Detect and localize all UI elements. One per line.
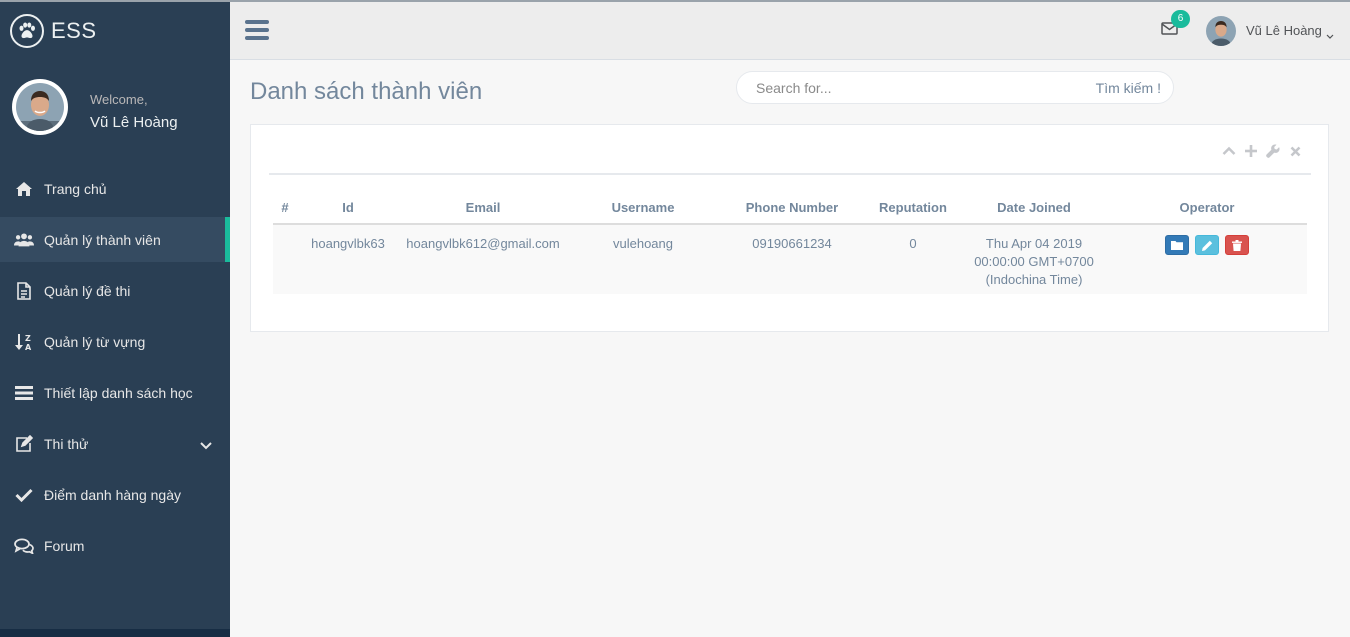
paw-icon bbox=[10, 14, 44, 48]
sidebar-menu: Trang chủ Quản lý thành viên Quản lý đề … bbox=[0, 166, 230, 574]
sidebar-item-label: Thi thử bbox=[44, 435, 89, 452]
sidebar-item-label: Quản lý từ vựng bbox=[44, 333, 146, 350]
panel-divider bbox=[269, 173, 1311, 175]
profile-avatar bbox=[12, 79, 68, 135]
svg-text:A: A bbox=[25, 343, 32, 351]
date-joined-line: (Indochina Time) bbox=[985, 272, 1083, 287]
column-header: Email bbox=[399, 191, 567, 225]
column-header: Date Joined bbox=[961, 191, 1107, 225]
cell-reputation: 0 bbox=[865, 224, 961, 294]
column-header: Phone Number bbox=[719, 191, 865, 225]
sidebar-item-attendance[interactable]: Điểm danh hàng ngày bbox=[0, 472, 230, 517]
mail-badge: 6 bbox=[1171, 10, 1190, 28]
column-header: Username bbox=[567, 191, 719, 225]
users-icon bbox=[14, 230, 34, 250]
sidebar-item-forum[interactable]: Forum bbox=[0, 523, 230, 568]
sidebar-item-home[interactable]: Trang chủ bbox=[0, 166, 230, 211]
chevron-down-icon bbox=[200, 437, 212, 455]
sidebar-item-exams[interactable]: Quản lý đề thi bbox=[0, 268, 230, 313]
date-joined-line: 00:00:00 GMT+0700 bbox=[974, 254, 1094, 269]
column-header: # bbox=[273, 191, 297, 225]
brand-name: ESS bbox=[51, 18, 97, 43]
pencil-icon bbox=[1201, 240, 1212, 251]
sidebar-item-label: Thiết lập danh sách học bbox=[44, 384, 193, 401]
sidebar-item-mock-test[interactable]: Thi thử bbox=[0, 421, 230, 466]
cell-operator bbox=[1107, 224, 1307, 294]
column-header: Operator bbox=[1107, 191, 1307, 225]
trash-icon bbox=[1232, 239, 1242, 251]
top-nav: 6 Vũ Lê Hoàng bbox=[230, 2, 1350, 60]
cell-id: hoangvlbk63 bbox=[297, 224, 399, 294]
home-icon bbox=[14, 179, 34, 199]
user-menu-name[interactable]: Vũ Lê Hoàng bbox=[1246, 23, 1322, 38]
sidebar-item-label: Forum bbox=[44, 537, 85, 554]
profile: Welcome, Vũ Lê Hoàng bbox=[0, 62, 230, 162]
comments-icon bbox=[14, 536, 34, 556]
sidebar-item-members[interactable]: Quản lý thành viên bbox=[0, 217, 230, 262]
panel-toolbox bbox=[1222, 143, 1302, 159]
close-icon[interactable] bbox=[1288, 143, 1302, 159]
search-button[interactable]: Tìm kiếm ! bbox=[1096, 80, 1161, 96]
user-avatar[interactable] bbox=[1206, 16, 1236, 46]
cell-date-joined: Thu Apr 04 2019 00:00:00 GMT+0700 (Indoc… bbox=[961, 224, 1107, 294]
menu-toggle-icon[interactable] bbox=[245, 20, 269, 40]
sort-alpha-icon: Z A bbox=[14, 332, 34, 352]
search-bar: Tìm kiếm ! bbox=[736, 71, 1174, 104]
sidebar-item-label: Quản lý đề thi bbox=[44, 282, 131, 299]
folder-icon bbox=[1171, 241, 1183, 250]
cell-email: hoangvlbk612@gmail.com bbox=[399, 224, 567, 294]
check-icon bbox=[14, 485, 34, 505]
top-border bbox=[0, 0, 1350, 2]
members-panel: # Id Email Username Phone Number Reputat… bbox=[250, 124, 1329, 332]
table-row: hoangvlbk63 hoangvlbk612@gmail.com vuleh… bbox=[273, 224, 1307, 294]
list-icon bbox=[14, 383, 34, 403]
chevron-down-icon[interactable] bbox=[1326, 27, 1334, 45]
table-header-row: # Id Email Username Phone Number Reputat… bbox=[273, 191, 1307, 225]
sidebar-item-label: Trang chủ bbox=[44, 180, 107, 197]
profile-name: Vũ Lê Hoàng bbox=[90, 114, 178, 131]
page-title: Danh sách thành viên bbox=[250, 78, 483, 105]
sidebar: ESS Welcome, Vũ Lê Hoàng Trang chủ Quản … bbox=[0, 0, 230, 637]
welcome-label: Welcome, bbox=[90, 92, 148, 107]
cell-phone: 09190661234 bbox=[719, 224, 865, 294]
plus-icon[interactable] bbox=[1244, 143, 1258, 159]
document-icon bbox=[14, 281, 34, 301]
sidebar-item-label: Quản lý thành viên bbox=[44, 231, 161, 248]
members-table: # Id Email Username Phone Number Reputat… bbox=[273, 191, 1307, 294]
column-header: Reputation bbox=[865, 191, 961, 225]
view-button[interactable] bbox=[1165, 235, 1189, 255]
sidebar-item-label: Điểm danh hàng ngày bbox=[44, 486, 181, 503]
delete-button[interactable] bbox=[1225, 235, 1249, 255]
cell-index bbox=[273, 224, 297, 294]
sidebar-item-vocabulary[interactable]: Z A Quản lý từ vựng bbox=[0, 319, 230, 364]
sidebar-item-study-list[interactable]: Thiết lập danh sách học bbox=[0, 370, 230, 415]
collapse-icon[interactable] bbox=[1222, 143, 1236, 159]
search-input[interactable] bbox=[756, 79, 1076, 97]
edit-button[interactable] bbox=[1195, 235, 1219, 255]
column-header: Id bbox=[297, 191, 399, 225]
date-joined-line: Thu Apr 04 2019 bbox=[985, 236, 1083, 251]
wrench-icon[interactable] bbox=[1266, 143, 1280, 159]
brand[interactable]: ESS bbox=[0, 0, 230, 62]
edit-icon bbox=[14, 434, 34, 454]
cell-username: vulehoang bbox=[567, 224, 719, 294]
svg-text:Z: Z bbox=[25, 334, 31, 343]
sidebar-footer bbox=[0, 629, 230, 637]
